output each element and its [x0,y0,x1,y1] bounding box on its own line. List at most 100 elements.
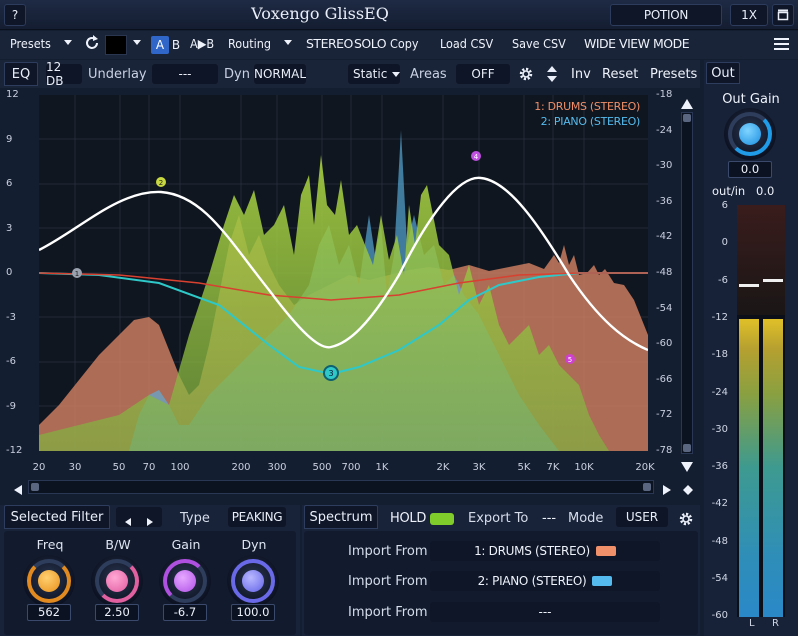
horizontal-scrollbar[interactable] [28,480,654,494]
underlay-selector[interactable]: --- [152,64,218,84]
gain-value[interactable]: -6.7 [163,604,207,621]
save-csv-button[interactable]: Save CSV [512,36,566,51]
output-panel: Out Out Gain 0.0 out/in 0.0 6 0 -6 -12 -18 -2… [704,60,798,636]
glisseq-window: ? Voxengo GlissEQ POTION 1X Presets A B … [0,0,798,636]
gain-knob[interactable] [159,555,211,607]
band-node-4[interactable]: 4 [471,151,481,161]
vertical-scroll-thumb-bottom[interactable] [683,444,691,452]
areas-selector[interactable]: OFF [456,64,510,84]
reset-button[interactable]: Reset [602,67,638,82]
next-filter-icon[interactable] [146,512,154,531]
import-1-color [595,546,616,556]
freq-axis-tick: 100 [170,462,190,473]
band-node-1[interactable]: 1 [72,268,82,278]
dyn-value[interactable]: 100.0 [231,604,275,621]
meter-scale-tick: -60 [711,610,728,622]
freq-knob[interactable] [23,555,75,607]
color-swatch[interactable] [105,35,127,55]
up-down-arrows-icon[interactable] [546,65,558,87]
horizontal-scroll-thumb-right[interactable] [643,483,651,491]
hamburger-menu-icon[interactable] [774,37,790,54]
out-gain-knob[interactable] [724,108,776,160]
right-axis-tick: -18 [656,89,673,100]
preset-name-button[interactable]: POTION [610,4,722,26]
vertical-scrollbar[interactable] [681,112,693,454]
freq-axis-tick: 50 [112,462,126,473]
scroll-down-icon[interactable] [680,458,694,477]
copy-button[interactable]: Copy [390,36,419,51]
freq-axis-tick: 300 [267,462,287,473]
routing-dropdown-icon[interactable] [282,36,294,51]
meter-r-label: R [772,618,779,629]
scroll-right-icon[interactable] [662,481,672,500]
gear-icon[interactable] [518,66,534,86]
static-label: Static [353,67,388,81]
left-axis-tick: 3 [6,222,13,234]
dyn-mode-selector[interactable]: NORMAL [254,64,306,84]
bw-knob[interactable] [91,555,143,607]
freq-value[interactable]: 562 [27,604,71,621]
band-node-2[interactable]: 2 [156,177,166,187]
horizontal-scroll-thumb-left[interactable] [31,483,39,491]
vertical-scroll-thumb-top[interactable] [683,114,691,122]
maximize-icon[interactable] [772,4,794,26]
gain-knob-cap [174,570,196,592]
state-b-button[interactable]: B [167,36,185,54]
export-to-selector[interactable]: --- [542,511,556,526]
band-node-3[interactable]: 3 [323,365,339,381]
freq-axis-tick: 30 [68,462,82,473]
scale-button[interactable]: 1X [730,4,768,26]
stereo-button[interactable]: STEREO [306,36,353,51]
solo-button[interactable]: SOLO [354,36,387,51]
eq-presets-button[interactable]: Presets [650,67,697,82]
diamond-icon[interactable] [682,481,694,500]
routing-menu[interactable]: Routing [228,36,271,51]
presets-dropdown-icon[interactable] [62,36,74,51]
band-node-5-label: 5 [568,356,572,364]
scroll-left-icon[interactable] [13,481,23,500]
tab-out[interactable]: Out [706,62,740,84]
dyn-knob-label: Dyn [241,537,267,552]
legend-piano: 2: PIANO (STEREO) [540,115,641,128]
dyn-knob[interactable] [227,555,279,607]
mode-selector[interactable]: USER [616,507,668,527]
right-axis-tick: -72 [656,409,673,421]
bw-knob-cap [106,570,128,592]
underlay-label: Underlay [88,67,147,82]
swatch-dropdown-icon[interactable] [131,36,143,51]
copy-a-to-b-button[interactable]: A▶B [190,36,214,51]
import-from-selector-3[interactable]: --- [430,602,660,622]
tab-eq[interactable]: EQ [4,62,38,86]
band-node-5[interactable]: 5 [565,354,575,364]
filter-type-selector[interactable]: PEAKING [228,507,286,527]
spectrum-gear-icon[interactable] [678,511,694,531]
freq-label: Freq [36,537,64,552]
hold-button[interactable]: HOLD [390,511,426,526]
prev-filter-icon[interactable] [124,512,132,531]
db-range-selector[interactable]: 12 DB [46,60,82,88]
hold-indicator[interactable] [430,513,454,525]
out-gain-value[interactable]: 0.0 [728,161,772,178]
import-from-selector-1[interactable]: 1: DRUMS (STEREO) [430,541,660,561]
eq-plot-area[interactable]: 1 2 3 4 5 1: DRUMS (STEREO) 2: PIANO (ST… [39,95,648,451]
static-selector[interactable]: Static [348,64,400,84]
invert-button[interactable]: Inv [571,67,591,82]
out-in-value: 0.0 [756,184,775,198]
out-gain-label: Out Gain [722,92,780,107]
meter-right-peak [763,278,783,282]
freq-axis-tick: 7K [546,462,560,473]
right-axis-tick: -42 [656,231,673,243]
load-csv-button[interactable]: Load CSV [440,36,493,51]
dyn-label: Dyn [224,67,250,82]
undo-icon[interactable] [84,34,102,55]
import-2-value: 2: PIANO (STEREO) [477,574,587,588]
right-axis-tick: -60 [656,338,673,350]
wide-view-mode-button[interactable]: WIDE VIEW MODE [584,36,690,51]
freq-knob-cap [38,570,60,592]
meter-left-bar [739,319,759,617]
import-from-selector-2[interactable]: 2: PIANO (STEREO) [430,571,660,591]
bw-value[interactable]: 2.50 [95,604,139,621]
band-node-1-label: 1 [75,270,79,278]
presets-menu[interactable]: Presets [10,36,51,51]
left-axis-tick: -9 [6,400,16,412]
